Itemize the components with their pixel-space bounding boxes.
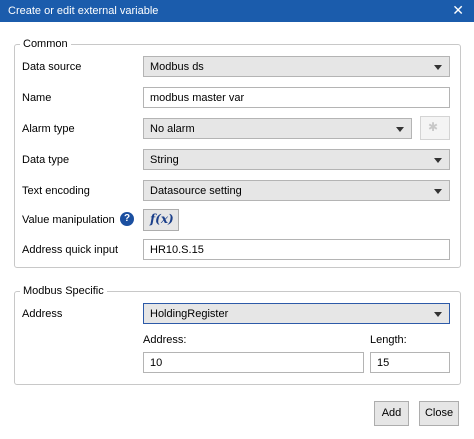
alarm-type-select[interactable]: No alarm <box>143 118 412 139</box>
data-source-value: Modbus ds <box>150 61 204 73</box>
alarm-config-button[interactable]: ✱ <box>420 116 450 140</box>
modbus-group-legend: Modbus Specific <box>20 285 107 297</box>
address-number-label: Address: <box>143 334 187 346</box>
value-manipulation-label: Value manipulation <box>22 214 115 226</box>
asterisk-icon: ✱ <box>428 120 439 134</box>
chevron-down-icon <box>434 158 442 163</box>
name-field[interactable] <box>143 87 450 108</box>
chevron-down-icon <box>434 189 442 194</box>
length-input[interactable] <box>371 353 449 372</box>
help-icon[interactable]: ? <box>120 212 134 226</box>
name-label: Name <box>22 92 52 104</box>
text-encoding-label: Text encoding <box>22 185 90 197</box>
value-manipulation-button[interactable]: f(x) <box>143 209 179 231</box>
address-quick-input[interactable] <box>144 240 449 259</box>
address-value: HoldingRegister <box>150 308 229 320</box>
text-encoding-select[interactable]: Datasource setting <box>143 180 450 201</box>
close-button-label: Close <box>424 407 454 419</box>
length-field[interactable] <box>370 352 450 373</box>
data-source-select[interactable]: Modbus ds <box>143 56 450 77</box>
address-select[interactable]: HoldingRegister <box>143 303 450 324</box>
data-source-label: Data source <box>22 61 82 73</box>
address-number-input[interactable] <box>144 353 363 372</box>
alarm-type-value: No alarm <box>150 123 195 135</box>
window-close-icon[interactable]: ✕ <box>452 2 464 18</box>
data-type-value: String <box>150 154 179 166</box>
chevron-down-icon <box>434 65 442 70</box>
close-button[interactable]: Close <box>419 401 459 426</box>
text-encoding-value: Datasource setting <box>150 185 242 197</box>
chevron-down-icon <box>396 127 404 132</box>
title-bar: Create or edit external variable ✕ <box>0 0 474 22</box>
common-group-legend: Common <box>20 38 71 50</box>
name-input[interactable] <box>144 88 449 107</box>
alarm-type-label: Alarm type <box>22 123 75 135</box>
data-type-label: Data type <box>22 154 70 166</box>
chevron-down-icon <box>434 312 442 317</box>
external-variable-dialog: Create or edit external variable ✕ Commo… <box>0 0 474 439</box>
address-quick-input-field[interactable] <box>143 239 450 260</box>
data-type-select[interactable]: String <box>143 149 450 170</box>
add-button[interactable]: Add <box>374 401 409 426</box>
address-label: Address <box>22 308 63 320</box>
address-number-field[interactable] <box>143 352 364 373</box>
window-title: Create or edit external variable <box>8 5 159 17</box>
add-button-label: Add <box>381 407 402 419</box>
length-label: Length: <box>370 334 407 346</box>
function-icon: f(x) <box>150 212 174 226</box>
address-quick-input-label: Address quick input <box>22 244 118 256</box>
